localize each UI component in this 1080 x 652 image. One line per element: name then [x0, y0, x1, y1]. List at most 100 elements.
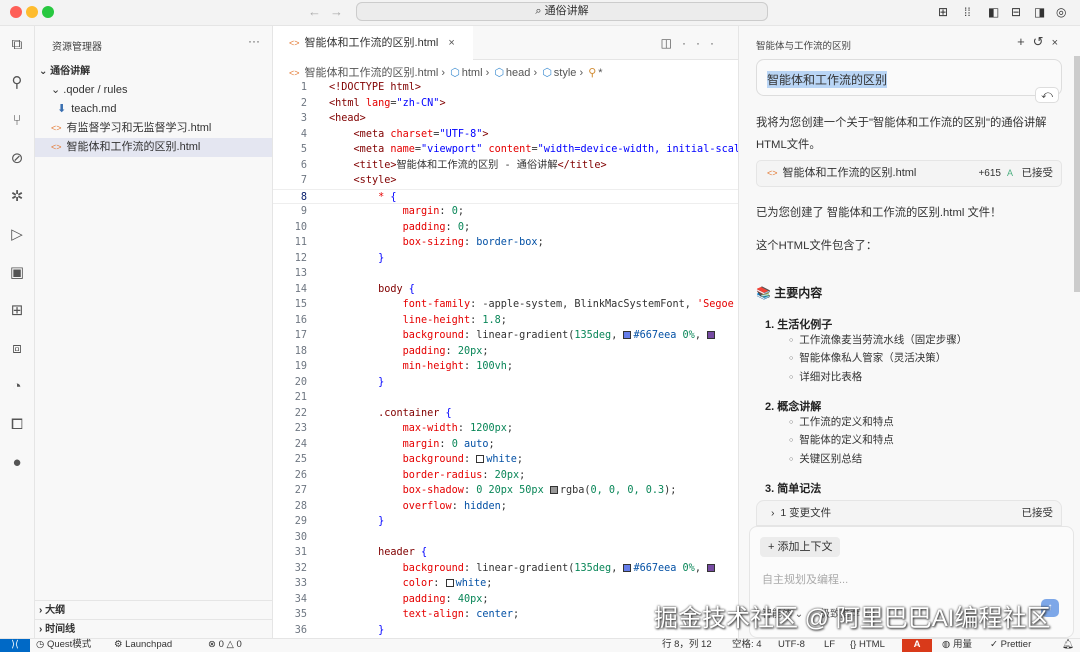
scrollbar[interactable] [1074, 56, 1080, 292]
launchpad[interactable]: ⚙ Launchpad [114, 639, 172, 651]
forward-arrow-icon[interactable]: → [330, 4, 343, 19]
history-icon[interactable]: ↺ [1033, 34, 1052, 49]
close-window-button[interactable] [10, 6, 22, 18]
code-line[interactable]: 19 min-height: 100vh; [273, 359, 738, 375]
code-line[interactable]: 2 <html lang="zh-CN"> [273, 96, 738, 112]
back-arrow-icon[interactable]: ← [308, 4, 321, 19]
compass-icon[interactable]: ⊘ [8, 150, 26, 168]
explorer-icon[interactable]: ⧉ [8, 36, 26, 54]
code-line[interactable]: 32 background: linear-gradient(135deg, #… [273, 561, 738, 577]
search-icon[interactable]: ⚲ [8, 74, 26, 92]
code-line[interactable]: 3 <head> [273, 111, 738, 127]
folder-item[interactable]: ⌄ 通俗讲解 [35, 62, 272, 81]
code-line[interactable]: 14 body { [273, 282, 738, 298]
timeline-icon[interactable]: ◔ [8, 378, 26, 396]
tab-active-file[interactable]: <> 智能体和工作流的区别.html × [273, 26, 473, 60]
file-item-selected[interactable]: <> 智能体和工作流的区别.html [35, 138, 272, 157]
remote-indicator[interactable]: ⟩⟨ [0, 639, 30, 652]
code-line[interactable]: 31 header { [273, 545, 738, 561]
puzzle-icon[interactable]: ⧈ [8, 340, 26, 358]
split-editor-icon[interactable]: ◫ [661, 36, 682, 50]
new-chat-icon[interactable]: + [1017, 34, 1033, 49]
code-line[interactable]: 35 text-align: center; [273, 607, 738, 623]
extensions-gear-icon[interactable]: ✲ [8, 188, 26, 206]
problems-indicator[interactable]: ⊗ 0 △ 0 [208, 639, 242, 651]
code-line[interactable]: 20 } [273, 375, 738, 391]
code-line[interactable]: 18 padding: 20px; [273, 344, 738, 360]
cursor-position[interactable]: 行 8，列 12 [662, 639, 712, 651]
line-ending[interactable]: LF [824, 639, 835, 651]
usage[interactable]: ◍ 用量 [942, 639, 972, 651]
code-line[interactable]: 24 margin: 0 auto; [273, 437, 738, 453]
code-line[interactable]: 1 <!DOCTYPE html> [273, 80, 738, 96]
code-line[interactable]: 22 .container { [273, 406, 738, 422]
code-line[interactable]: 9 margin: 0; [273, 204, 738, 220]
breadcrumb-item[interactable]: html [462, 67, 483, 79]
breadcrumb-item[interactable]: 智能体和工作流的区别.html [305, 67, 439, 79]
code-line[interactable]: 5 <meta name="viewport" content="width=d… [273, 142, 738, 158]
code-line[interactable]: 25 background: white; [273, 452, 738, 468]
send-button[interactable]: ↑ [1041, 599, 1059, 617]
toggle-aux-sidebar-icon[interactable]: ◨ [1034, 5, 1045, 19]
notifications-bell-icon[interactable]: 🔔︎ [1062, 639, 1074, 651]
remote-icon[interactable]: ▣ [8, 264, 26, 282]
code-line[interactable]: 15 font-family: -apple-system, BlinkMacS… [273, 297, 738, 313]
language-mode[interactable]: {} HTML [850, 639, 885, 651]
chat-input[interactable]: + 添加上下文 自主规划及编程... 智能体 ⌄ 极致推荐 ⌄ ↑ [749, 526, 1074, 638]
more-icon[interactable]: ··· [682, 36, 724, 50]
code-line[interactable]: 33 color: white; [273, 576, 738, 592]
breadcrumb-item[interactable]: style [554, 67, 577, 79]
qoder-logo-icon[interactable]: A [902, 639, 932, 652]
code-editor[interactable]: <> 智能体和工作流的区别.html × ◫··· <> 智能体和工作流的区别.htm… [273, 26, 738, 638]
toggle-sidebar-icon[interactable]: ◧ [988, 5, 999, 19]
minimize-window-button[interactable] [26, 6, 38, 18]
breadcrumb-item[interactable]: * [598, 67, 602, 79]
outline-section[interactable]: › 大纲 [35, 600, 272, 619]
code-line[interactable]: 4 <meta charset="UTF-8"> [273, 127, 738, 143]
code-line[interactable]: 11 box-sizing: border-box; [273, 235, 738, 251]
code-line[interactable]: 34 padding: 40px; [273, 592, 738, 608]
breadcrumb-item[interactable]: head [506, 67, 530, 79]
file-change-card[interactable]: <> 智能体和工作流的区别.html +615 A 已接受 [756, 160, 1062, 187]
layout-icon[interactable]: ⁞⁞ [964, 5, 971, 19]
code-line[interactable]: 13 [273, 266, 738, 282]
code-line[interactable]: 23 max-width: 1200px; [273, 421, 738, 437]
code-line[interactable]: 17 background: linear-gradient(135deg, #… [273, 328, 738, 344]
source-control-icon[interactable]: ⑂ [8, 112, 26, 130]
quest-mode[interactable]: ◷ Quest模式 [36, 639, 91, 651]
code-line[interactable]: 21 [273, 390, 738, 406]
code-line[interactable]: 7 <style> [273, 173, 738, 189]
code-line[interactable]: 28 overflow: hidden; [273, 499, 738, 515]
code-line[interactable]: 6 <title>智能体和工作流的区别 - 通俗讲解</title> [273, 158, 738, 174]
code-line[interactable]: 16 line-height: 1.8; [273, 313, 738, 329]
encoding[interactable]: UTF-8 [778, 639, 805, 651]
command-search[interactable]: ⌕ 通俗讲解 [356, 2, 768, 21]
code-area[interactable]: 1 <!DOCTYPE html> 2 <html lang="zh-CN"> 3 <he… [273, 80, 738, 640]
model-selector[interactable]: 极致推荐 ⌄ [820, 605, 871, 620]
file-item[interactable]: <> 有监督学习和无监督学习.html [35, 119, 272, 138]
tree-icon[interactable]: ⧠ [8, 416, 26, 434]
folder-item[interactable]: ⌄ .qoder / rules [35, 81, 272, 100]
code-line[interactable]: 30 [273, 530, 738, 546]
indentation[interactable]: 空格: 4 [732, 639, 762, 651]
code-line[interactable]: 10 padding: 0; [273, 220, 738, 236]
close-icon[interactable]: × [448, 37, 454, 49]
code-line[interactable]: 12 } [273, 251, 738, 267]
mode-selector[interactable]: 智能体 ⌄ [762, 605, 803, 620]
gift-icon[interactable]: ⊞ [938, 5, 948, 19]
code-line[interactable]: 36 } [273, 623, 738, 639]
code-line[interactable]: 8 * { [273, 188, 738, 204]
run-debug-icon[interactable]: ▷ [8, 226, 26, 244]
close-icon[interactable]: × [1052, 37, 1066, 49]
add-context-button[interactable]: + 添加上下文 [760, 537, 841, 557]
timeline-section[interactable]: › 时间线 [35, 619, 272, 638]
github-icon[interactable]: ● [8, 454, 26, 472]
user-query[interactable]: 智能体和工作流的区别 ⤺ [756, 59, 1062, 103]
code-line[interactable]: 26 border-radius: 20px; [273, 468, 738, 484]
maximize-window-button[interactable] [42, 6, 54, 18]
more-icon[interactable]: ··· [248, 34, 260, 48]
file-item[interactable]: ⬇ teach.md [35, 100, 272, 119]
extensions-icon[interactable]: ⊞ [8, 302, 26, 320]
undo-icon[interactable]: ⤺ [1035, 87, 1059, 103]
prettier[interactable]: ✓ Prettier [990, 639, 1031, 651]
